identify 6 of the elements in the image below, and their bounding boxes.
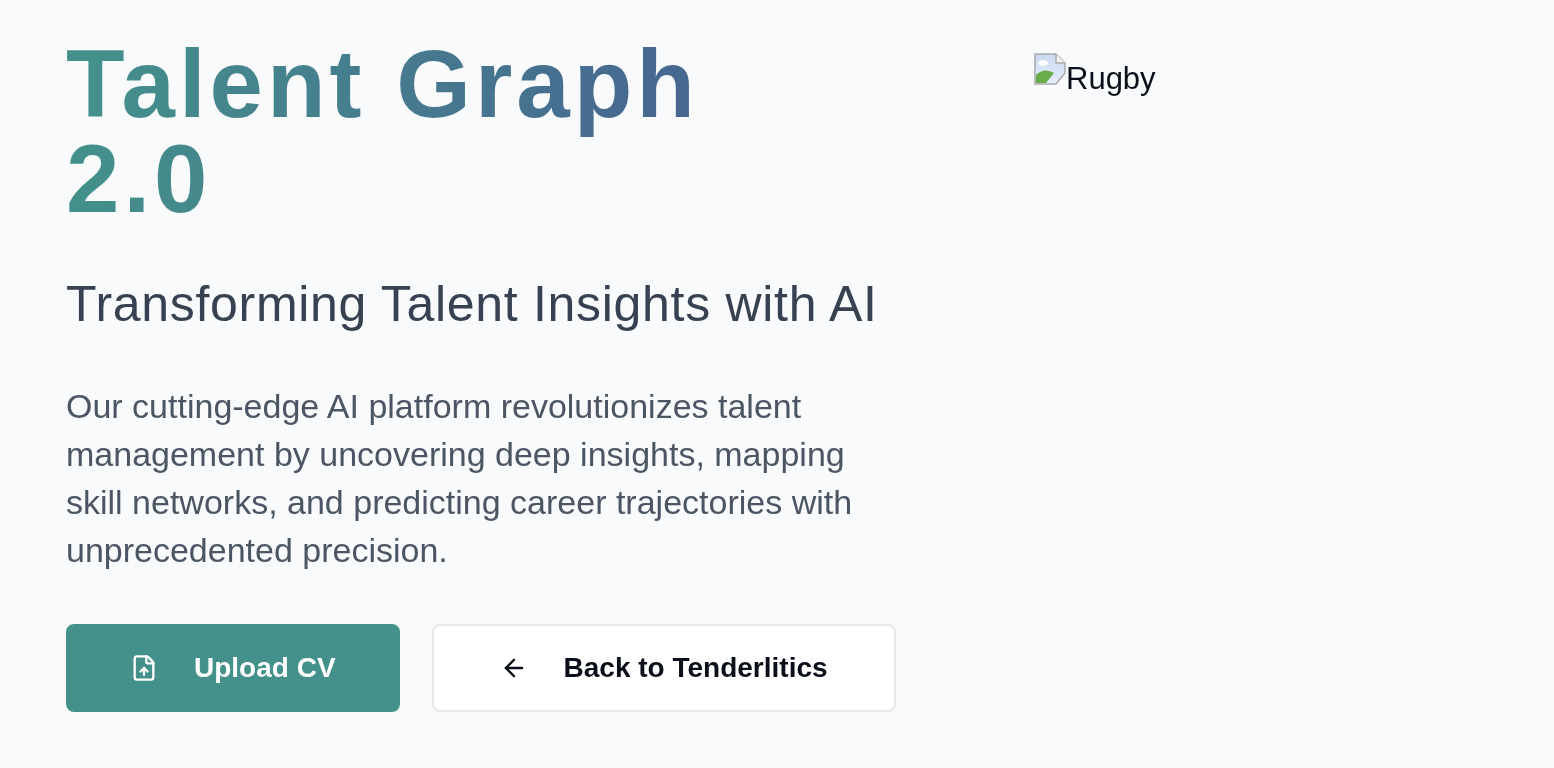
upload-button[interactable]: Upload CV xyxy=(66,624,400,712)
subtitle: Transforming Talent Insights with AI xyxy=(66,275,878,334)
image-alt-text: Rugby xyxy=(1066,61,1156,97)
broken-image-icon xyxy=(1034,53,1066,85)
description: Our cutting-edge AI platform revolutionizes talent management by uncovering deep insights, mapping skill networks, and predicting career trajectories with unprecedented precision. xyxy=(66,386,854,571)
back-button[interactable]: Back to Tenderlitics xyxy=(431,624,896,712)
